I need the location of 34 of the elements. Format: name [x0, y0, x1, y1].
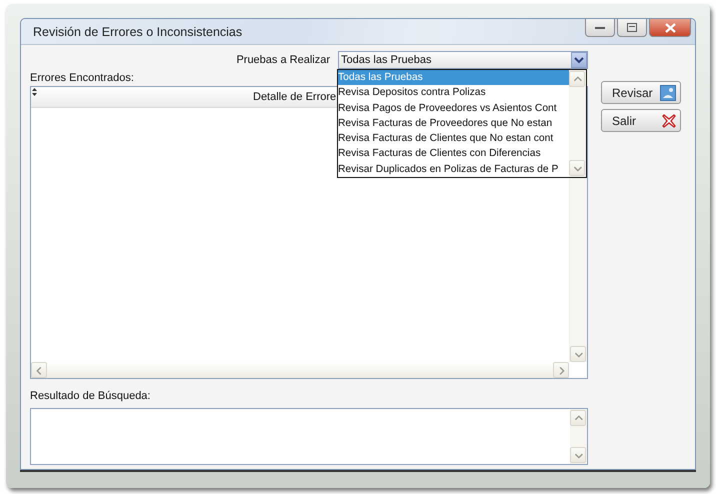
- dropdown-option[interactable]: Revisar Duplicados en Polizas de Facturas de P: [338, 162, 569, 177]
- scroll-right-button[interactable]: [553, 362, 569, 378]
- scroll-left-button[interactable]: [31, 362, 47, 378]
- list-scrollbar[interactable]: [569, 70, 586, 177]
- scroll-down-button[interactable]: [570, 447, 586, 463]
- review-button[interactable]: Revisar: [601, 81, 681, 104]
- close-icon: [662, 114, 676, 128]
- dropdown-option[interactable]: Revisa Pagos de Proveedores vs Asientos Cont: [338, 100, 569, 116]
- scroll-up-button[interactable]: [569, 71, 585, 87]
- image-icon: [660, 84, 676, 100]
- dropdown-option[interactable]: Revisa Facturas de Proveedores que No estan: [338, 116, 569, 132]
- minimize-icon: [595, 26, 605, 30]
- dropdown-option[interactable]: Revisa Depositos contra Polizas: [338, 85, 569, 101]
- scroll-down-button[interactable]: [570, 346, 586, 362]
- dropdown-option[interactable]: Revisa Facturas de Clientes con Diferencias: [338, 146, 569, 162]
- vertical-scrollbar[interactable]: [570, 409, 587, 464]
- close-button[interactable]: [649, 19, 691, 37]
- maximize-button[interactable]: [617, 19, 647, 37]
- horizontal-scrollbar[interactable]: [31, 362, 569, 378]
- maximize-icon: [627, 23, 637, 32]
- tests-dropdown[interactable]: Todas las Pruebas: [338, 51, 588, 69]
- close-icon: [664, 22, 676, 32]
- scroll-up-button[interactable]: [570, 410, 586, 426]
- dropdown-option[interactable]: Revisa Facturas de Clientes que No estan cont: [338, 131, 569, 146]
- exit-button[interactable]: Salir: [601, 109, 681, 132]
- result-label: Resultado de Búsqueda:: [30, 390, 150, 403]
- column-header[interactable]: Detalle de Errore: [31, 91, 336, 103]
- scroll-down-button[interactable]: [569, 160, 585, 176]
- minimize-button[interactable]: [585, 19, 615, 37]
- sort-icon: [32, 88, 37, 96]
- window-title: Revisión de Errores o Inconsistencias: [33, 24, 242, 38]
- tests-label: Pruebas a Realizar: [236, 54, 330, 66]
- result-text-area[interactable]: [30, 408, 588, 465]
- errors-label: Errores Encontrados:: [30, 72, 134, 85]
